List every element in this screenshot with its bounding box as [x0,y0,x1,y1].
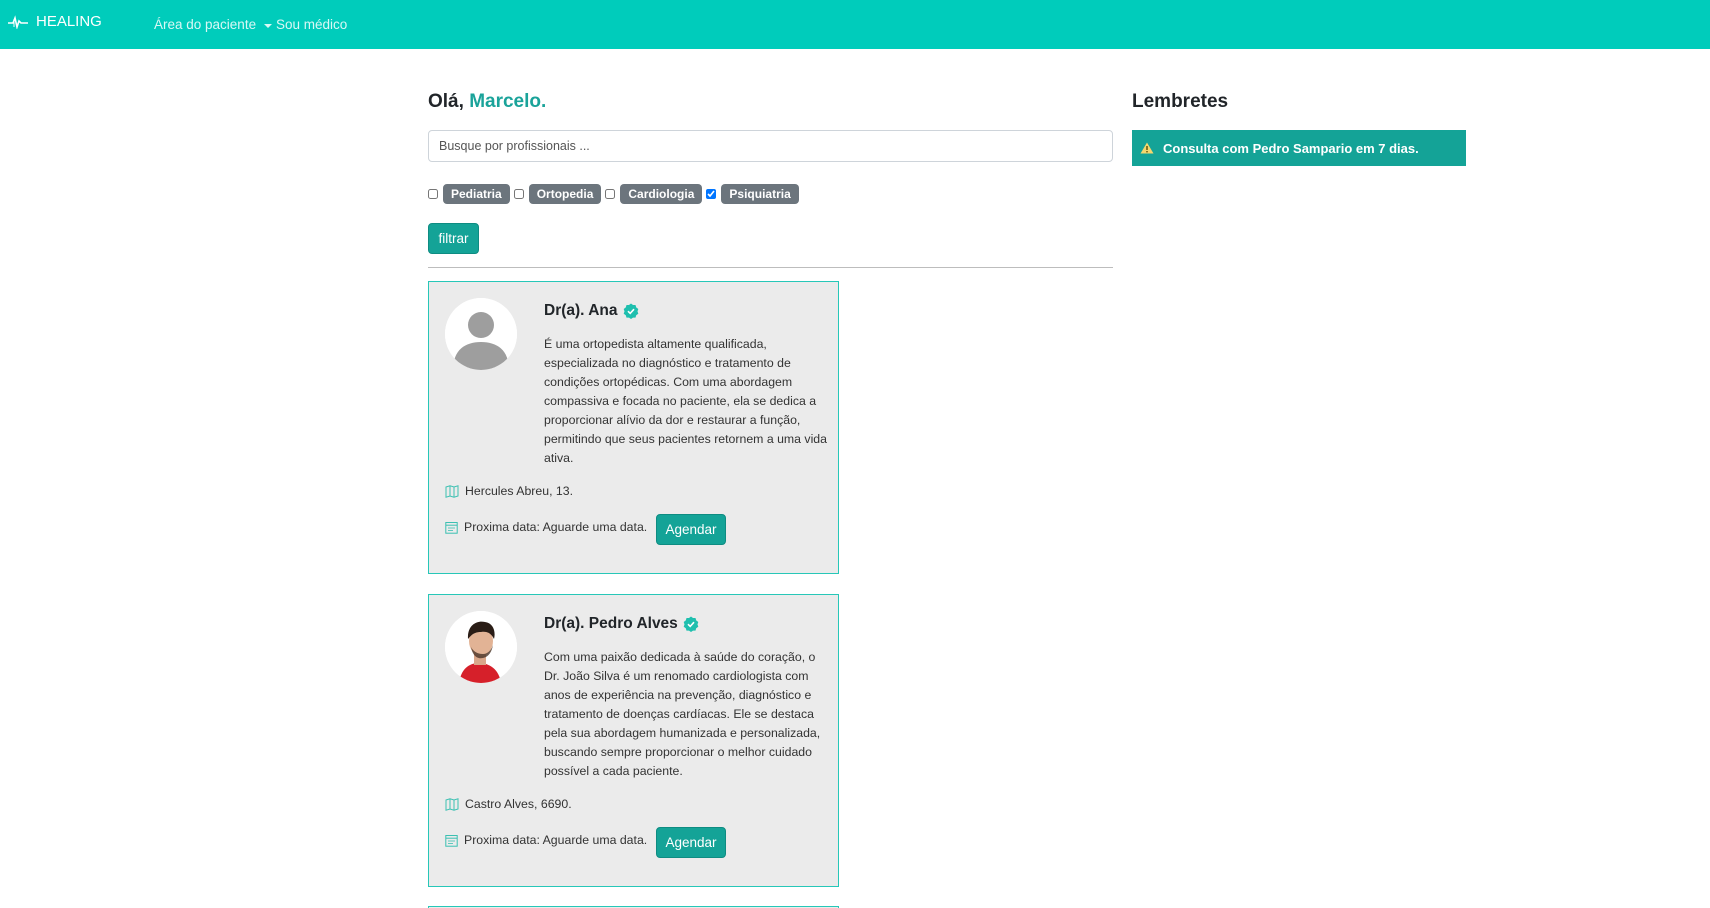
filter-pediatria[interactable]: Pediatria [428,184,510,204]
user-name: Marcelo. [469,91,547,112]
filter-pediatria-checkbox[interactable] [428,189,438,199]
doctor-next-date-text: Proxima data: Aguarde uma data. [464,833,648,847]
heartbeat-logo-icon [8,14,28,29]
specialty-filters: Pediatria Ortopedia Cardiologia Psiquiat… [428,184,803,204]
nav-patient-area-dropdown[interactable]: Área do paciente [154,17,273,32]
doctor-name: Dr(a). Pedro Alves [544,615,699,633]
doctor-next-date: Proxima data: Aguarde uma data. [445,520,647,534]
filter-cardiologia[interactable]: Cardiologia [605,184,703,204]
doctor-next-date: Proxima data: Aguarde uma data. [445,833,647,847]
filter-button[interactable]: filtrar [428,223,479,254]
nav-patient-area-label: Área do paciente [154,17,257,32]
doctor-name: Dr(a). Ana [544,302,639,320]
doctor-description: É uma ortopedista altamente qualificada,… [544,337,827,465]
doctor-address: Hercules Abreu, 13. [445,484,573,498]
verified-badge-icon [683,616,699,632]
verified-badge-icon [623,303,638,319]
filter-cardiologia-badge: Cardiologia [620,184,703,204]
divider [428,267,1113,268]
nav-doctor-link[interactable]: Sou médico [276,17,347,32]
doctor-avatar [445,298,517,370]
calendar-icon [445,834,458,847]
calendar-icon [445,521,458,534]
filter-ortopedia[interactable]: Ortopedia [513,184,602,204]
doctor-photo [445,611,517,683]
doctor-address-text: Hercules Abreu, 13. [465,484,573,498]
schedule-button[interactable]: Agendar [656,514,726,545]
map-icon [445,484,459,498]
navbar: HEALING Área do paciente Sou médico [0,0,1710,49]
doctor-avatar [445,611,517,683]
reminders-title: Lembretes [1132,91,1229,112]
filter-ortopedia-checkbox[interactable] [513,189,524,199]
doctor-name-text: Dr(a). Ana [544,302,618,319]
filter-psiquiatria[interactable]: Psiquiatria [706,184,799,204]
reminder-text: Consulta com Pedro Sampario em 7 dias. [1163,140,1419,156]
doctor-name-text: Dr(a). Pedro Alves [544,615,678,632]
caret-down-icon [264,23,273,28]
search-input[interactable] [428,130,1113,162]
warning-icon [1140,142,1154,154]
greeting-prefix: Olá, [428,91,464,112]
brand-name: HEALING [36,13,102,30]
doctor-card: Dr(a). Pedro Alves Com uma paixão dedica… [428,594,839,887]
doctor-description: Com uma paixão dedicada à saúde do coraç… [544,650,821,778]
doctor-card: Dr(a). Ana É uma ortopedista altamente q… [428,281,839,574]
filter-pediatria-badge: Pediatria [443,184,510,204]
reminder-alert: Consulta com Pedro Sampario em 7 dias. [1132,130,1466,166]
filter-psiquiatria-checkbox[interactable] [706,189,717,199]
doctor-address-text: Castro Alves, 6690. [465,797,572,811]
map-icon [445,797,459,811]
filter-psiquiatria-badge: Psiquiatria [721,184,799,204]
filter-ortopedia-badge: Ortopedia [528,184,602,204]
nav-doctor-label: Sou médico [276,17,348,32]
greeting-heading: Olá, Marcelo. [428,91,546,113]
doctor-next-date-text: Proxima data: Aguarde uma data. [464,520,648,534]
doctor-address: Castro Alves, 6690. [445,797,572,811]
filter-cardiologia-checkbox[interactable] [605,189,616,199]
user-placeholder-icon [445,298,517,370]
brand-link[interactable]: HEALING [8,13,102,30]
schedule-button[interactable]: Agendar [656,827,726,858]
